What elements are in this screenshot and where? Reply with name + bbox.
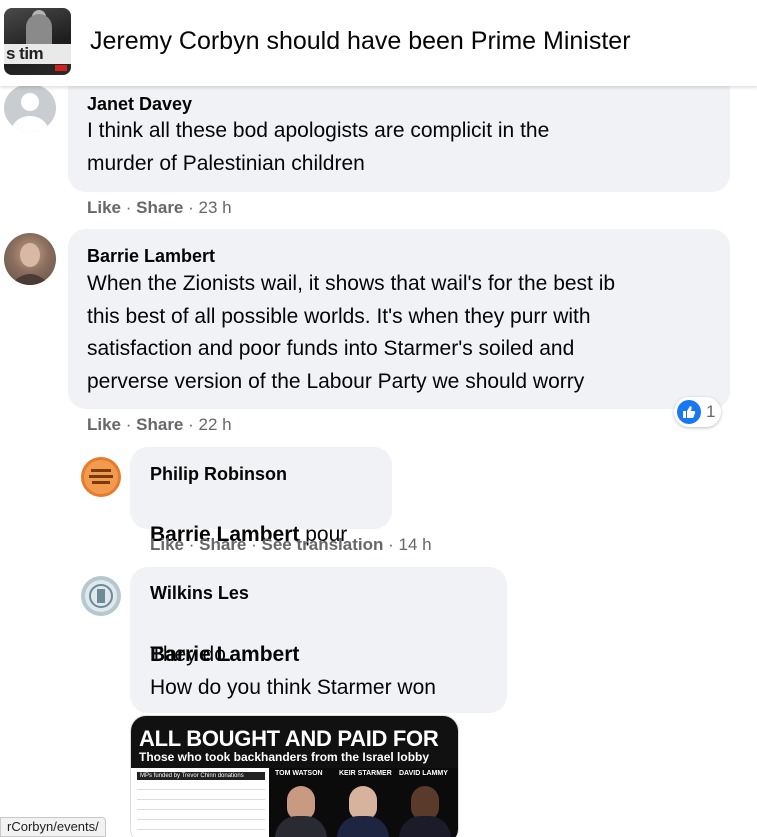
thumbs-up-icon [677, 400, 701, 424]
group-title[interactable]: Jeremy Corbyn should have been Prime Min… [90, 24, 631, 58]
table-row [137, 822, 265, 830]
reply-author[interactable]: Philip Robinson [150, 463, 287, 485]
profile-emblem-icon [85, 580, 117, 612]
image-banner: ALL BOUGHT AND PAID FOR Those who took b… [131, 716, 458, 768]
table-row [137, 812, 265, 820]
share-link[interactable]: Share [199, 535, 246, 554]
portrait-name: KEIR STARMER [339, 770, 392, 777]
like-link[interactable]: Like [150, 535, 184, 554]
comment-text: I think all these bod apologists are com… [87, 119, 550, 175]
reply-text: They do. How do you think Starmer won [150, 643, 436, 699]
table-row [137, 792, 265, 800]
image-table-caption: MPs funded by Trevor Chinn donations [137, 772, 265, 780]
reply-time[interactable]: 14 h [398, 535, 431, 554]
image-portraits: TOM WATSON KEIR STARMER DAVID LAMMY [269, 768, 458, 837]
share-link[interactable]: Share [136, 198, 183, 217]
default-avatar-icon [12, 93, 48, 132]
portrait-name: TOM WATSON [275, 770, 323, 777]
reply-author[interactable]: Wilkins Les [150, 582, 249, 604]
image-table: MPs funded by Trevor Chinn donations [137, 772, 265, 837]
comment-time[interactable]: 23 h [199, 198, 232, 217]
portrait-name: DAVID LAMMY [399, 770, 448, 777]
avatar[interactable] [81, 457, 121, 497]
comment-actions: Like · Share · 22 h [87, 415, 232, 434]
see-translation-link[interactable]: See translation [262, 535, 384, 554]
comment-time[interactable]: 22 h [199, 415, 232, 434]
share-link[interactable]: Share [136, 415, 183, 434]
portrait [273, 782, 329, 837]
comment-author[interactable]: Barrie Lambert [87, 245, 215, 267]
reaction-badge[interactable]: 1 [674, 397, 722, 427]
reaction-count: 1 [706, 402, 716, 421]
table-row [137, 802, 265, 810]
attached-image[interactable]: ALL BOUGHT AND PAID FOR Those who took b… [130, 715, 459, 837]
image-headline: ALL BOUGHT AND PAID FOR [139, 726, 439, 751]
profile-photo-icon [10, 243, 50, 285]
reply-actions: Like · Share · See translation · 14 h [150, 535, 432, 554]
group-thumbnail-text: s tim [4, 44, 71, 64]
avatar[interactable] [4, 233, 56, 285]
thumbnail-red-mark [55, 65, 67, 71]
profile-badge-icon [84, 460, 118, 494]
comment-actions: Like · Share · 23 h [87, 198, 232, 217]
comment-author[interactable]: Janet Davey [87, 93, 192, 115]
group-header: s tim Jeremy Corbyn should have been Pri… [0, 0, 757, 86]
like-link[interactable]: Like [87, 415, 121, 434]
status-bar-url: rCorbyn/events/ [0, 817, 106, 837]
avatar[interactable] [81, 576, 121, 616]
like-link[interactable]: Like [87, 198, 121, 217]
group-thumbnail[interactable]: s tim [4, 8, 71, 75]
avatar[interactable] [4, 84, 56, 132]
comment-text: When the Zionists wail, it shows that wa… [87, 272, 616, 393]
table-row [137, 782, 265, 790]
image-subheadline: Those who took backhanders from the Isra… [139, 750, 430, 764]
portrait [397, 782, 453, 837]
portrait [335, 782, 391, 837]
